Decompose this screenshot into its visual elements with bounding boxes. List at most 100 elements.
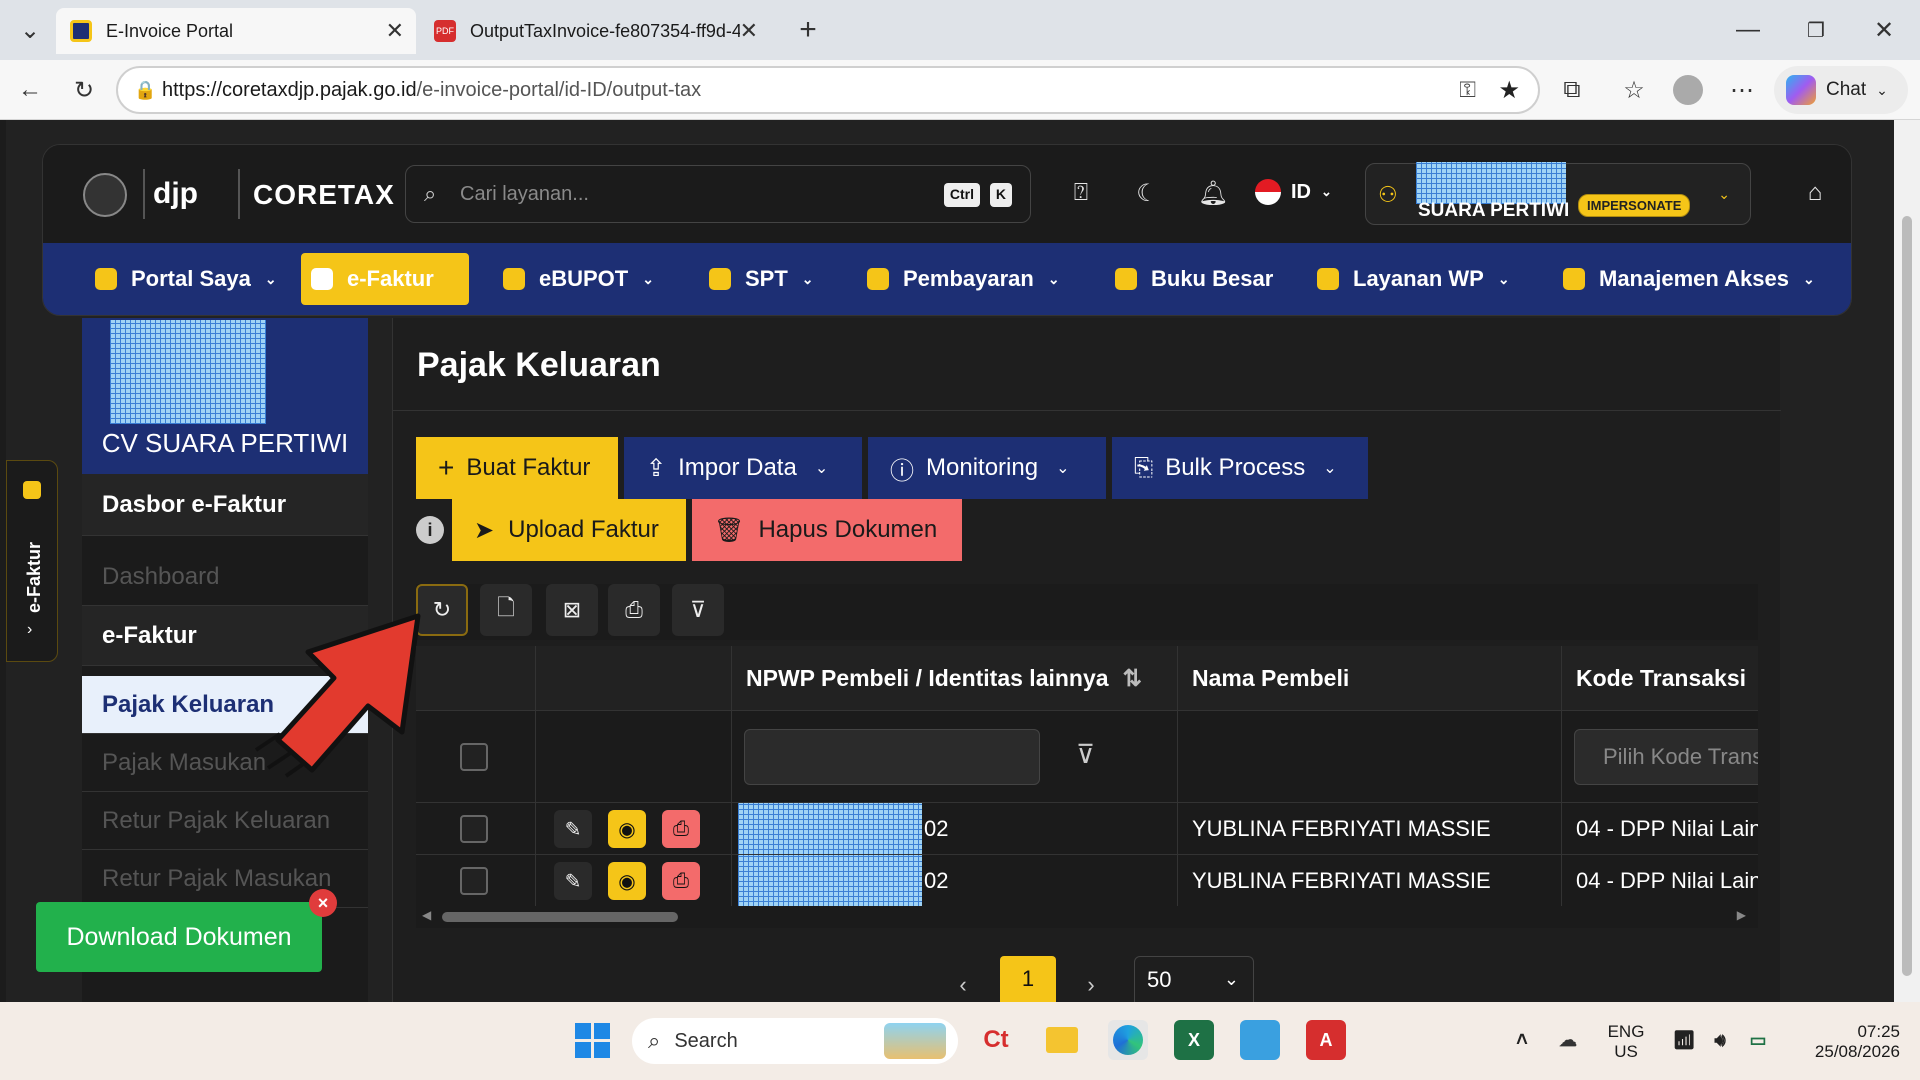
copilot-chat-button[interactable]: Chat ⌄ [1774, 66, 1908, 114]
sort-icon[interactable]: ⇅ [1123, 665, 1142, 692]
stop-record-icon[interactable]: ◉ [608, 862, 646, 900]
tab-e-invoice-portal[interactable]: E-Invoice Portal ✕ [56, 8, 416, 54]
excel-export-icon[interactable]: ⊠ [546, 584, 598, 636]
nav-e-faktur[interactable]: e-Faktur [301, 253, 469, 305]
table-horizontal-scrollbar[interactable]: ◀ ▶ [416, 906, 1758, 928]
page-number-current[interactable]: 1 [1000, 956, 1056, 1002]
kode-filter-cell: Pilih Kode Trans [1562, 710, 1758, 802]
language-selector[interactable]: ID ⌄ [1255, 179, 1332, 205]
tab-output-tax-invoice[interactable]: PDF OutputTaxInvoice-fe807354-ff9d-4 ✕ [420, 8, 770, 54]
bulk-process-button[interactable]: ⎘ Bulk Process ⌄ [1112, 437, 1368, 499]
chevron-down-icon: ⌄ [1802, 270, 1815, 287]
sidebar-section-dasbor[interactable]: Dasbor e-Faktur [82, 474, 368, 536]
extensions-icon[interactable]: ⧉ [1552, 70, 1592, 110]
upload-faktur-button[interactable]: ➤ Upload Faktur [452, 499, 686, 561]
nav-buku-besar[interactable]: Buku Besar [1105, 253, 1283, 305]
clock[interactable]: 07:25 25/08/2026 [1790, 1022, 1900, 1062]
file-explorer-icon[interactable] [1042, 1020, 1082, 1060]
nav-pembayaran[interactable]: Pembayaran ⌄ [857, 253, 1070, 305]
pdf-favicon-icon: PDF [434, 20, 456, 42]
filter-funnel-icon[interactable]: ⊽ [1076, 739, 1095, 770]
url-input[interactable]: 🔒 https://coretaxdjp.pajak.go.id/e-invoi… [116, 66, 1540, 114]
home-icon[interactable]: ⌂ [1797, 175, 1833, 211]
edge-browser-icon[interactable] [1108, 1020, 1148, 1060]
taskbar-search-box[interactable]: ⌕ Search [632, 1018, 958, 1064]
nav-manajemen-akses[interactable]: Manajemen Akses ⌄ [1553, 253, 1825, 305]
onedrive-icon[interactable]: ☁ [1548, 1020, 1588, 1060]
windows-start-icon[interactable] [572, 1020, 612, 1060]
nav-portal-saya[interactable]: Portal Saya ⌄ [85, 253, 287, 305]
column-header-kode-transaksi[interactable]: Kode Transaksi [1562, 646, 1758, 710]
battery-icon[interactable]: ▭ [1738, 1020, 1778, 1060]
service-search-input[interactable]: ⌕ Cari layanan... Ctrl K [405, 165, 1031, 223]
stop-record-icon[interactable]: ◉ [608, 810, 646, 848]
acrobat-icon[interactable]: A [1306, 1020, 1346, 1060]
kode-transaksi-select[interactable]: Pilih Kode Trans [1574, 729, 1758, 785]
new-tab-icon[interactable]: + [788, 10, 828, 50]
back-icon[interactable]: ← [10, 70, 50, 110]
side-e-faktur-tab[interactable]: e-Faktur › [6, 460, 58, 662]
edit-pencil-icon[interactable]: ✎ [554, 862, 592, 900]
nav-layanan-wp[interactable]: Layanan WP ⌄ [1307, 253, 1520, 305]
dark-mode-moon-icon[interactable]: ☾ [1129, 175, 1165, 211]
user-menu[interactable]: ⚇ SUARA PERTIWI IMPERSONATE ⌄ [1365, 162, 1751, 225]
document-icon[interactable]: 🗋 [480, 584, 532, 636]
download-dokumen-button[interactable]: Download Dokumen [36, 902, 322, 972]
excel-icon[interactable]: X [1174, 1020, 1214, 1060]
page-scrollbar[interactable] [1894, 120, 1920, 1002]
pdf-export-icon[interactable]: ⎙ [608, 584, 660, 636]
close-tab-icon[interactable]: ✕ [740, 18, 758, 44]
scroll-right-icon[interactable]: ▶ [1737, 908, 1746, 922]
restore-icon[interactable]: ❐ [1796, 10, 1836, 50]
prev-page-icon[interactable]: ‹ [948, 968, 978, 1002]
buat-faktur-button[interactable]: + Buat Faktur [416, 437, 618, 499]
pdf-icon[interactable]: ⎙ [662, 810, 700, 848]
pdf-icon[interactable]: ⎙ [662, 862, 700, 900]
sidebar-item-dashboard[interactable]: Dashboard [82, 548, 368, 606]
language-indicator[interactable]: ENG US [1598, 1022, 1654, 1062]
column-header-nama-pembeli[interactable]: Nama Pembeli [1178, 646, 1562, 710]
page-size-select[interactable]: 50 ⌄ [1134, 956, 1254, 1002]
nav-label: Pembayaran [903, 266, 1034, 291]
volume-icon[interactable]: 🔊︎ [1700, 1020, 1740, 1060]
nav-ebupot[interactable]: eBUPOT ⌄ [493, 253, 664, 305]
column-header-npwp[interactable]: NPWP Pembeli / Identitas lainnya ⇅ [732, 646, 1178, 710]
favorites-icon[interactable]: ☆ [1614, 70, 1654, 110]
scrollbar-thumb[interactable] [1902, 216, 1912, 976]
paper-plane-icon: ➤ [474, 516, 495, 544]
site-info-lock-icon[interactable]: 🔒 [134, 80, 156, 101]
url-path: /e-invoice-portal/id-ID/output-tax [416, 78, 702, 101]
sidebar-item-retur-pajak-keluaran[interactable]: Retur Pajak Keluaran [82, 792, 368, 850]
monitoring-button[interactable]: ⓘ Monitoring ⌄ [868, 437, 1106, 499]
tab-list-chevron-icon[interactable]: ⌄ [10, 10, 50, 50]
wifi-icon[interactable]: 📶︎ [1664, 1020, 1704, 1060]
info-icon[interactable]: i [416, 516, 444, 544]
npwp-filter-input[interactable] [744, 729, 1040, 785]
row-checkbox[interactable] [460, 815, 488, 843]
close-window-icon[interactable]: ✕ [1864, 10, 1904, 50]
reload-icon[interactable]: ↻ [64, 70, 104, 110]
scrollbar-thumb[interactable] [442, 912, 678, 922]
favorite-star-icon[interactable]: ★ [1498, 76, 1520, 105]
close-tab-icon[interactable]: ✕ [386, 18, 404, 44]
nav-spt[interactable]: SPT ⌄ [699, 253, 824, 305]
hapus-dokumen-button[interactable]: 🗑︎ Hapus Dokumen [692, 499, 962, 561]
select-all-checkbox[interactable] [460, 743, 488, 771]
photos-icon[interactable] [1240, 1020, 1280, 1060]
clear-filter-icon[interactable]: ⊽ [672, 584, 724, 636]
next-page-icon[interactable]: › [1076, 968, 1106, 1002]
edit-pencil-icon[interactable]: ✎ [554, 810, 592, 848]
row-checkbox[interactable] [460, 867, 488, 895]
notification-bell-icon[interactable]: 🔔︎ [1195, 175, 1231, 211]
impor-data-button[interactable]: ⇪ Impor Data ⌄ [624, 437, 862, 499]
minimize-icon[interactable]: — [1728, 10, 1768, 50]
more-menu-icon[interactable]: ⋯ [1722, 70, 1762, 110]
show-hidden-icons-icon[interactable]: ˄ [1502, 1020, 1542, 1060]
key-icon[interactable]: ⚿ [1459, 77, 1476, 103]
help-chat-icon[interactable]: ⍰ [1063, 175, 1099, 211]
scroll-left-icon[interactable]: ◀ [422, 908, 431, 922]
coretax-app-icon[interactable]: Ct [976, 1020, 1016, 1060]
profile-avatar-icon[interactable] [1668, 70, 1708, 110]
close-download-icon[interactable]: × [309, 889, 337, 917]
button-label: Bulk Process [1165, 454, 1306, 481]
